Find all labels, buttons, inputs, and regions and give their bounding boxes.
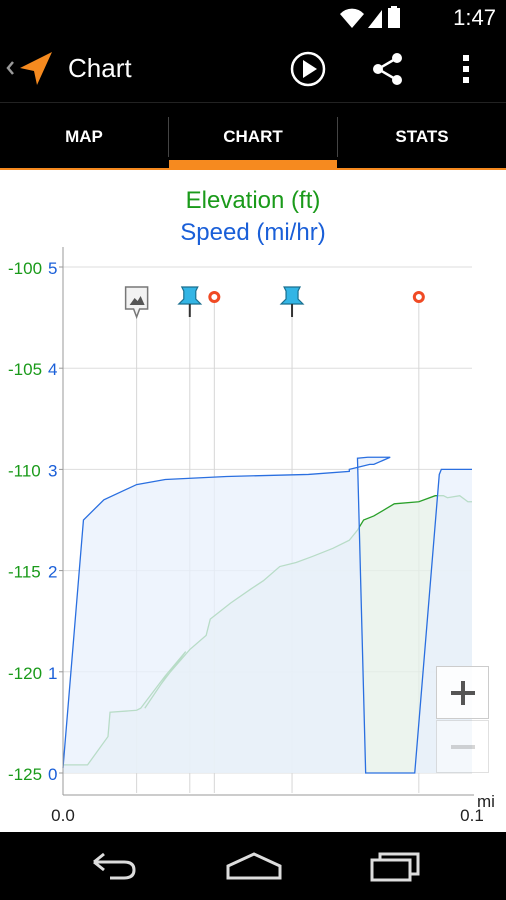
share-button[interactable]: [366, 47, 410, 91]
waypoint-marker-icon: [412, 291, 425, 303]
markers-layer: [124, 286, 425, 320]
overflow-menu-button[interactable]: [448, 47, 484, 91]
play-button[interactable]: [286, 47, 330, 91]
home-button[interactable]: [222, 844, 286, 888]
y-tick-label-speed: 5: [48, 259, 57, 278]
zoom-in-button[interactable]: [436, 666, 489, 719]
pin-marker-head: [177, 286, 203, 305]
pin-marker-icon: [279, 286, 305, 317]
recent-apps-icon: [370, 852, 420, 882]
action-bar-title-wrap: Chart: [68, 34, 132, 102]
back-button[interactable]: [80, 844, 144, 888]
chart-area[interactable]: Elevation (ft) Speed (mi/hr) -100 5 -105 4 -…: [0, 170, 506, 832]
chart[interactable]: Elevation (ft) Speed (mi/hr) -100 5 -105 4 -…: [0, 170, 506, 832]
photo-marker-icon: [124, 286, 149, 320]
home-up-button[interactable]: [0, 34, 60, 102]
y-tick-label-speed: 2: [48, 563, 57, 582]
action-bar-title: Chart: [68, 52, 132, 83]
play-icon: [290, 51, 326, 87]
y-tick-label-speed: 4: [48, 360, 57, 379]
pin-marker-head: [279, 286, 305, 305]
selected-tab-indicator: [169, 160, 337, 168]
plus-icon: [450, 680, 475, 705]
battery-icon: [388, 6, 400, 28]
tab-chart-label: CHART: [223, 127, 283, 146]
tab-map-label: MAP: [65, 127, 103, 146]
x-axis-label: mi: [477, 792, 495, 811]
y-tick-label-elevation: -100: [8, 259, 42, 278]
chart-title: Elevation (ft): [186, 187, 321, 214]
y-tick-label-elevation: -110: [8, 461, 41, 480]
y-tick-label-elevation: -105: [8, 360, 42, 379]
recent-apps-button[interactable]: [364, 844, 428, 888]
series-layer: [62, 456, 472, 774]
y-tick-label-elevation: -120: [8, 664, 42, 683]
zoom-out-button[interactable]: [436, 720, 489, 773]
status-bar: 1:47: [0, 0, 506, 34]
y-tick-label-speed: 3: [48, 461, 57, 480]
signal-icon: [368, 10, 382, 28]
tab-stats-label: STATS: [395, 127, 449, 146]
home-icon: [226, 852, 282, 880]
pin-marker-icon: [177, 286, 203, 317]
wifi-icon: [340, 8, 364, 28]
y-tick-label-speed: 0: [48, 765, 57, 784]
share-icon: [373, 53, 402, 85]
tab-map[interactable]: MAP: [0, 103, 168, 171]
minus-icon: [450, 744, 475, 749]
back-icon: [93, 852, 136, 880]
overflow-menu-icon: [463, 55, 469, 83]
y-tick-label-elevation: -125: [8, 765, 42, 784]
action-bar: Chart: [0, 34, 506, 102]
y-tick-label-elevation: -115: [8, 563, 41, 582]
waypoint-marker-icon: [208, 291, 221, 303]
status-icons: [340, 6, 400, 28]
tab-stats[interactable]: STATS: [338, 103, 506, 171]
app-logo-icon: [6, 52, 52, 85]
chart-subtitle: Speed (mi/hr): [180, 219, 325, 246]
status-time: 1:47: [453, 5, 496, 30]
y-tick-label-speed: 1: [48, 664, 57, 683]
x-tick-label: 0.0: [51, 806, 75, 825]
navigation-bar: [0, 832, 506, 900]
